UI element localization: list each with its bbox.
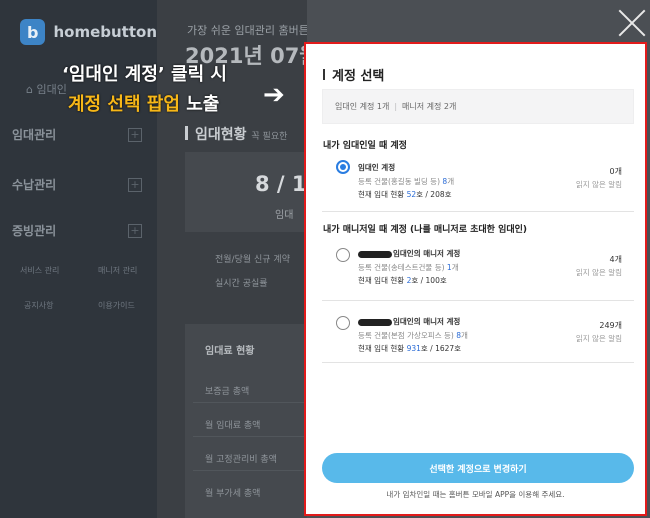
stat-label: 임대 — [275, 210, 294, 221]
redacted-mark — [358, 250, 392, 258]
fee-title: 임대료 현황 — [205, 346, 255, 357]
close-icon[interactable] — [617, 8, 647, 38]
sidebar-item-label: 임대관리 — [12, 128, 57, 142]
logo-text: homebutton — [53, 23, 157, 41]
service-link[interactable]: 서비스 관리 — [20, 265, 59, 276]
account-name: 임대인 계정 — [358, 163, 396, 172]
fee-row: 월 부가세 총액 — [205, 489, 261, 499]
account-occupancy: 현재 임대 현황 2호 / 100호 — [358, 276, 447, 285]
unread-count: 4개 — [609, 255, 622, 264]
account-name: 임대인의 매니저 계정 — [358, 248, 460, 259]
account-summary: 임대인 계정 1개 | 매니저 계정 2개 — [322, 89, 634, 124]
divider — [322, 300, 634, 301]
tagline: 가장 쉬운 임대관리 홈버튼 — [187, 24, 307, 37]
annotation-line2: 계정 선택 팝업 노출 — [68, 90, 227, 116]
account-option-manager-2[interactable]: 임대인의 매니저 계정 등록 건물(본점 가상오피스 등) 8개 현재 임대 현… — [322, 310, 634, 365]
account-occupancy: 현재 임대 현황 52호 / 208호 — [358, 190, 452, 199]
vacancy-label: 실시간 공실률 — [215, 279, 268, 289]
logo-icon: b — [20, 19, 46, 45]
divider — [322, 362, 634, 363]
fee-row: 월 고정관리비 총액 — [205, 455, 277, 465]
new-contract-label: 전월/당월 신규 계약 — [215, 255, 290, 265]
annotation: ‘임대인 계정’ 클릭 시 계정 선택 팝업 노출 — [62, 60, 227, 116]
annotation-highlight: 계정 선택 팝업 — [68, 94, 180, 115]
account-buildings: 등록 건물(송테스트건물 등) 1개 — [358, 263, 459, 272]
guide-link[interactable]: 이용가이드 — [98, 300, 135, 311]
stat-value: 8 / 12 — [255, 172, 307, 196]
section-manager: 내가 매니저일 때 계정 (나를 매니저로 초대한 임대인) — [323, 225, 528, 235]
divider — [193, 402, 307, 403]
logo[interactable]: b homebutton — [0, 0, 157, 64]
section-marker — [185, 126, 188, 140]
fee-row: 보증금 총액 — [205, 387, 250, 397]
sidebar-item-payment[interactable]: 수납관리 + — [12, 176, 142, 193]
section-landlord: 내가 임대인일 때 계정 — [323, 141, 407, 151]
notice-link[interactable]: 공지사항 — [24, 300, 53, 311]
arrow-right-icon: ➔ — [263, 80, 285, 110]
divider — [193, 470, 307, 471]
unread-label: 읽지 않은 알림 — [575, 268, 622, 277]
unread-label: 읽지 않은 알림 — [575, 334, 622, 343]
sidebar-item-evidence[interactable]: 증빙관리 + — [12, 222, 142, 239]
divider — [193, 436, 307, 437]
title-marker — [323, 69, 325, 80]
divider — [322, 211, 634, 212]
sidebar-item-label: 수납관리 — [12, 178, 57, 192]
account-name: 임대인의 매니저 계정 — [358, 316, 460, 327]
redacted-mark — [358, 318, 392, 326]
annotation-line1: ‘임대인 계정’ 클릭 시 — [62, 64, 227, 85]
tenant-notice: 내가 임차인일 때는 홈버튼 모바일 APP을 이용해 주세요. — [386, 490, 565, 499]
unread-count: 249개 — [599, 321, 622, 330]
summary-separator: | — [394, 102, 398, 111]
plus-icon: + — [128, 223, 142, 238]
annotation-rest: 노출 — [186, 94, 220, 115]
account-buildings: 등록 건물(본점 가상오피스 등) 8개 — [358, 331, 468, 340]
home-link[interactable]: ⌂ 임대인 — [26, 81, 67, 97]
manager-link[interactable]: 매니저 관리 — [98, 265, 137, 276]
modal-title: 계정 선택 — [332, 69, 385, 84]
section-title: 임대현황 꼭 필요한 — [195, 127, 288, 143]
account-select-modal: 계정 선택 임대인 계정 1개 | 매니저 계정 2개 내가 임대인일 때 계정… — [304, 42, 647, 516]
account-occupancy: 현재 임대 현황 931호 / 1627호 — [358, 344, 462, 353]
radio-button[interactable] — [336, 248, 350, 262]
radio-button[interactable] — [336, 316, 350, 330]
account-option-manager-1[interactable]: 임대인의 매니저 계정 등록 건물(송테스트건물 등) 1개 현재 임대 현황 … — [322, 242, 634, 297]
radio-button[interactable] — [336, 160, 350, 174]
fee-row: 월 임대료 총액 — [205, 421, 261, 431]
manager-count: 매니저 계정 2개 — [402, 102, 457, 111]
plus-icon: + — [128, 127, 142, 142]
sidebar-item-rental[interactable]: 임대관리 + — [12, 126, 142, 143]
unread-count: 0개 — [609, 167, 622, 176]
account-buildings: 등록 건물(홍길동 빌딩 등) 8개 — [358, 177, 455, 186]
account-option-landlord[interactable]: 임대인 계정 등록 건물(홍길동 빌딩 등) 8개 현재 임대 현황 52호 /… — [322, 156, 634, 211]
unread-label: 읽지 않은 알림 — [575, 180, 622, 189]
change-account-button[interactable]: 선택한 계정으로 변경하기 — [322, 453, 634, 483]
plus-icon: + — [128, 177, 142, 192]
sidebar-item-label: 증빙관리 — [12, 224, 57, 238]
landlord-count: 임대인 계정 1개 — [335, 102, 390, 111]
